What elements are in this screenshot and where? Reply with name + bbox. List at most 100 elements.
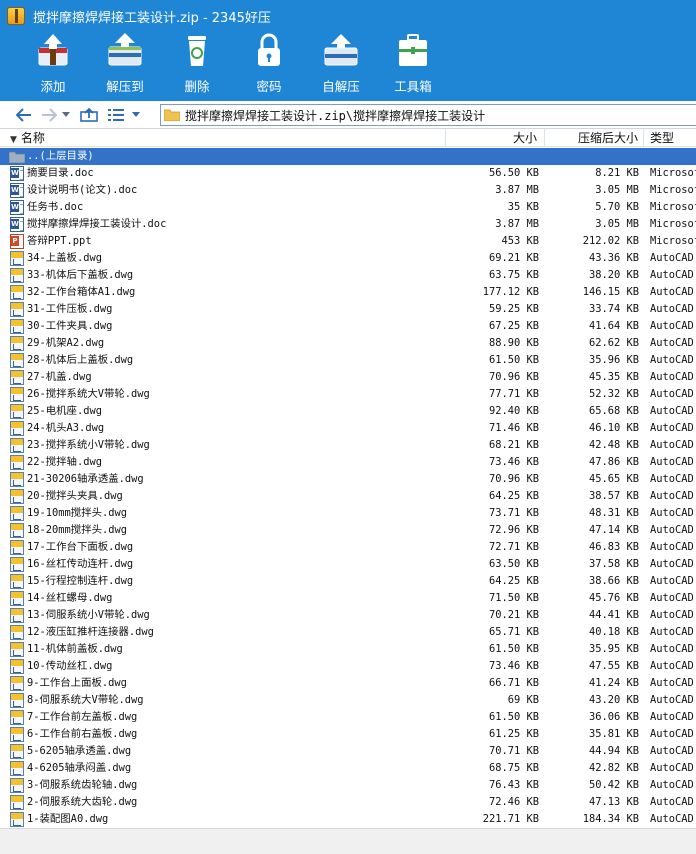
- file-row[interactable]: 3-伺服系统齿轮轴.dwg 76.43 KB 50.42 KB AutoCAD: [0, 777, 696, 794]
- file-row[interactable]: 19-10mm搅拌头.dwg 73.71 KB 48.31 KB AutoCAD: [0, 505, 696, 522]
- file-row[interactable]: 摘要目录.doc 56.50 KB 8.21 KB Microsoft: [0, 165, 696, 182]
- file-type: AutoCAD: [650, 337, 694, 349]
- delete-button[interactable]: 删除: [161, 32, 233, 101]
- autocad-dwg-icon: [10, 506, 24, 521]
- column-compressed-size[interactable]: 压缩后大小: [545, 129, 644, 147]
- extract-to-button[interactable]: 解压到: [89, 32, 161, 101]
- toolbox-button[interactable]: 工具箱: [377, 32, 449, 101]
- file-name: 30-工件夹具.dwg: [27, 320, 113, 332]
- file-compressed-size: 46.83 KB: [588, 541, 639, 553]
- file-row[interactable]: 32-工作台箱体A1.dwg 177.12 KB 146.15 KB AutoCAD: [0, 284, 696, 301]
- file-row[interactable]: 14-丝杠螺母.dwg 71.50 KB 45.76 KB AutoCAD: [0, 590, 696, 607]
- path-field[interactable]: 搅拌摩擦焊焊接工装设计.zip\搅拌摩擦焊焊接工装设计: [160, 104, 696, 126]
- file-size: 177.12 KB: [482, 286, 539, 298]
- column-compressed-size-label: 压缩后大小: [577, 131, 638, 145]
- up-folder-icon: [80, 107, 98, 122]
- file-compressed-size: 62.62 KB: [588, 337, 639, 349]
- file-row[interactable]: 6-工作台前右盖板.dwg 61.25 KB 35.81 KB AutoCAD: [0, 726, 696, 743]
- file-name: 31-工件压板.dwg: [27, 303, 113, 315]
- file-row[interactable]: 16-丝杠传动连杆.dwg 63.50 KB 37.58 KB AutoCAD: [0, 556, 696, 573]
- file-row[interactable]: 24-机头A3.dwg 71.46 KB 46.10 KB AutoCAD: [0, 420, 696, 437]
- file-name: 5-6205轴承透盖.dwg: [27, 745, 132, 757]
- file-row[interactable]: 34-上盖板.dwg 69.21 KB 43.36 KB AutoCAD: [0, 250, 696, 267]
- file-row[interactable]: 5-6205轴承透盖.dwg 70.71 KB 44.94 KB AutoCAD: [0, 743, 696, 760]
- file-type: AutoCAD: [650, 524, 694, 536]
- file-row[interactable]: 21-30206轴承透盖.dwg 70.96 KB 45.65 KB AutoCAD: [0, 471, 696, 488]
- autocad-dwg-icon: [10, 353, 24, 368]
- back-button[interactable]: [13, 104, 35, 126]
- file-name: 26-搅拌系统大V带轮.dwg: [27, 388, 150, 400]
- file-row[interactable]: 4-6205轴承闷盖.dwg 68.75 KB 42.82 KB AutoCAD: [0, 760, 696, 777]
- file-type: AutoCAD: [650, 507, 694, 519]
- file-row[interactable]: 22-搅拌轴.dwg 73.46 KB 47.86 KB AutoCAD: [0, 454, 696, 471]
- file-type: AutoCAD: [650, 643, 694, 655]
- file-row[interactable]: 18-20mm搅拌头.dwg 72.96 KB 47.14 KB AutoCAD: [0, 522, 696, 539]
- file-row[interactable]: 13-伺服系统小V带轮.dwg 70.21 KB 44.41 KB AutoCAD: [0, 607, 696, 624]
- app-header: 搅拌摩擦焊焊接工装设计.zip - 2345好压 添加 解压到 删除 密码 自解…: [0, 0, 696, 101]
- file-row[interactable]: 8-伺服系统大V带轮.dwg 69 KB 43.20 KB AutoCAD: [0, 692, 696, 709]
- column-size[interactable]: 大小: [446, 129, 545, 147]
- file-name: 摘要目录.doc: [27, 167, 94, 179]
- file-compressed-size: 35.81 KB: [588, 728, 639, 740]
- parent-directory-row[interactable]: ..(上层目录): [0, 148, 696, 165]
- file-size: 3.87 MB: [495, 184, 539, 196]
- file-row[interactable]: 23-搅拌系统小V带轮.dwg 68.21 KB 42.48 KB AutoCAD: [0, 437, 696, 454]
- view-dropdown-button[interactable]: [129, 104, 143, 126]
- file-row[interactable]: 2-伺服系统大齿轮.dwg 72.46 KB 47.13 KB AutoCAD: [0, 794, 696, 811]
- file-compressed-size: 41.24 KB: [588, 677, 639, 689]
- add-button[interactable]: 添加: [17, 32, 89, 101]
- file-row[interactable]: 20-搅拌头夹具.dwg 64.25 KB 38.57 KB AutoCAD: [0, 488, 696, 505]
- autocad-dwg-icon: [10, 489, 24, 504]
- file-name: ..(上层目录): [27, 150, 94, 162]
- file-type: AutoCAD: [650, 388, 694, 400]
- file-row[interactable]: 11-机体前盖板.dwg 61.50 KB 35.95 KB AutoCAD: [0, 641, 696, 658]
- file-row[interactable]: 31-工件压板.dwg 59.25 KB 33.74 KB AutoCAD: [0, 301, 696, 318]
- file-row[interactable]: 答辩PPT.ppt 453 KB 212.02 KB Microsoft: [0, 233, 696, 250]
- autocad-dwg-icon: [10, 778, 24, 793]
- autocad-dwg-icon: [10, 727, 24, 742]
- column-type[interactable]: 类型: [644, 129, 696, 147]
- file-row[interactable]: 33-机体后下盖板.dwg 63.75 KB 38.20 KB AutoCAD: [0, 267, 696, 284]
- arrow-left-icon: [16, 107, 31, 122]
- folder-icon: [164, 109, 180, 121]
- file-size: 63.75 KB: [488, 269, 539, 281]
- column-name[interactable]: ▼ 名称: [0, 129, 446, 147]
- file-row[interactable]: 27-机盖.dwg 70.96 KB 45.35 KB AutoCAD: [0, 369, 696, 386]
- file-row[interactable]: 设计说明书(论文).doc 3.87 MB 3.05 MB Microsoft: [0, 182, 696, 199]
- file-row[interactable]: 搅拌摩擦焊焊接工装设计.doc 3.87 MB 3.05 MB Microsoft: [0, 216, 696, 233]
- file-compressed-size: 47.55 KB: [588, 660, 639, 672]
- file-row[interactable]: 10-传动丝杠.dwg 73.46 KB 47.55 KB AutoCAD: [0, 658, 696, 675]
- password-lock-icon: [258, 33, 280, 66]
- file-row[interactable]: 9-工作台上面板.dwg 66.71 KB 41.24 KB AutoCAD: [0, 675, 696, 692]
- file-size: 61.50 KB: [488, 643, 539, 655]
- file-row[interactable]: 任务书.doc 35 KB 5.70 KB Microsoft: [0, 199, 696, 216]
- file-compressed-size: 45.76 KB: [588, 592, 639, 604]
- file-type: AutoCAD: [650, 677, 694, 689]
- file-name: 2-伺服系统大齿轮.dwg: [27, 796, 138, 808]
- file-row[interactable]: 1-装配图A0.dwg 221.71 KB 184.34 KB AutoCAD: [0, 811, 696, 828]
- file-row[interactable]: 25-电机座.dwg 92.40 KB 65.68 KB AutoCAD: [0, 403, 696, 420]
- autocad-dwg-icon: [10, 540, 24, 555]
- file-row[interactable]: 28-机体后上盖板.dwg 61.50 KB 35.96 KB AutoCAD: [0, 352, 696, 369]
- up-folder-button[interactable]: [78, 104, 100, 126]
- view-mode-button[interactable]: [105, 104, 127, 126]
- file-compressed-size: 42.82 KB: [588, 762, 639, 774]
- file-row[interactable]: 26-搅拌系统大V带轮.dwg 77.71 KB 52.32 KB AutoCAD: [0, 386, 696, 403]
- file-size: 64.25 KB: [488, 575, 539, 587]
- title-bar: 搅拌摩擦焊焊接工装设计.zip - 2345好压: [0, 0, 696, 32]
- file-row[interactable]: 7-工作台前左盖板.dwg 61.50 KB 36.06 KB AutoCAD: [0, 709, 696, 726]
- file-type: AutoCAD: [650, 592, 694, 604]
- file-size: 68.75 KB: [488, 762, 539, 774]
- file-compressed-size: 48.31 KB: [588, 507, 639, 519]
- password-button[interactable]: 密码: [233, 32, 305, 101]
- file-row[interactable]: 17-工作台下面板.dwg 72.71 KB 46.83 KB AutoCAD: [0, 539, 696, 556]
- file-row[interactable]: 15-行程控制连杆.dwg 64.25 KB 38.66 KB AutoCAD: [0, 573, 696, 590]
- file-row[interactable]: 29-机架A2.dwg 88.90 KB 62.62 KB AutoCAD: [0, 335, 696, 352]
- history-dropdown-button[interactable]: [60, 104, 72, 126]
- file-compressed-size: 184.34 KB: [582, 813, 639, 825]
- self-extract-button[interactable]: 自解压: [305, 32, 377, 101]
- forward-button[interactable]: [38, 104, 60, 126]
- file-row[interactable]: 30-工件夹具.dwg 67.25 KB 41.64 KB AutoCAD: [0, 318, 696, 335]
- file-row[interactable]: 12-液压缸推杆连接器.dwg 65.71 KB 40.18 KB AutoCAD: [0, 624, 696, 641]
- autocad-dwg-icon: [10, 642, 24, 657]
